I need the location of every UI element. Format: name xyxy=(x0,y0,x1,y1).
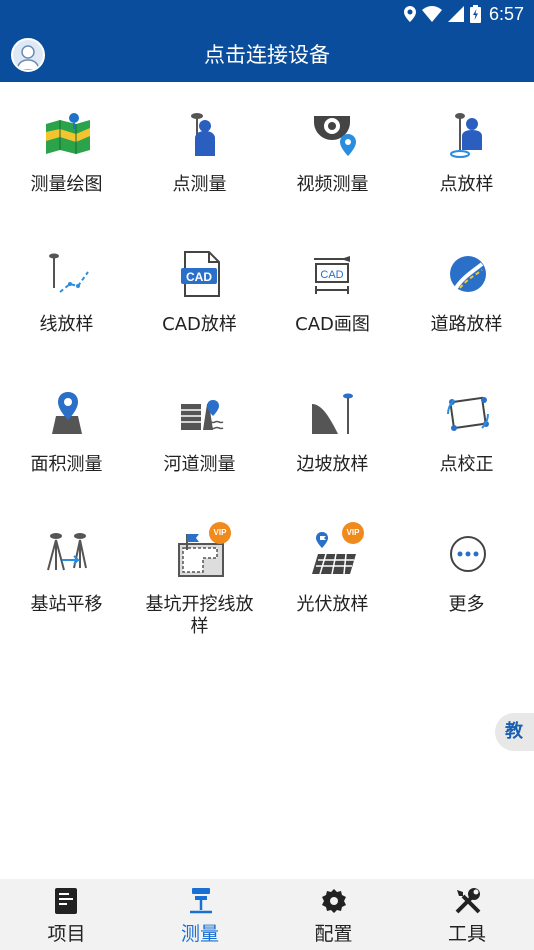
tile-label: CAD放样 xyxy=(162,314,237,335)
foundation-pit-icon: VIP xyxy=(177,522,231,578)
bottom-nav: 项目 测量 配置 工具 xyxy=(0,879,534,950)
tile-point-calibration[interactable]: 点校正 xyxy=(400,380,533,520)
tile-label: 基站平移 xyxy=(30,594,103,615)
tile-cad-drawing[interactable]: CAD CAD画图 xyxy=(266,240,399,380)
tile-foundation-pit[interactable]: VIP 基坑开挖线放样 xyxy=(133,520,266,660)
road-icon xyxy=(444,250,492,298)
settings-gear-icon xyxy=(319,886,349,916)
camera-location-icon xyxy=(310,110,358,158)
tools-icon xyxy=(453,886,483,916)
tile-label: 河道测量 xyxy=(163,454,236,475)
surveyor-point-icon xyxy=(177,110,225,158)
battery-icon xyxy=(469,5,481,23)
vip-badge: VIP xyxy=(342,522,364,544)
tile-river-survey[interactable]: 河道测量 xyxy=(133,380,266,520)
tile-area-measure[interactable]: 面积测量 xyxy=(0,380,133,520)
nav-label: 项目 xyxy=(47,923,86,945)
tile-point-stakeout[interactable]: 点放样 xyxy=(400,100,533,240)
signal-icon xyxy=(447,6,464,22)
more-icon xyxy=(444,530,492,578)
tile-label: CAD画图 xyxy=(295,314,370,335)
nav-item-config[interactable]: 配置 xyxy=(267,879,401,950)
tile-more[interactable]: 更多 xyxy=(400,520,533,660)
tile-label: 测量绘图 xyxy=(30,174,103,195)
page-title[interactable]: 点击连接设备 xyxy=(0,28,534,82)
line-stakeout-icon xyxy=(44,250,92,298)
tile-solar-stakeout[interactable]: VIP 光伏放样 xyxy=(266,520,399,660)
nav-label: 测量 xyxy=(180,923,219,945)
tile-label: 基坑开挖线放样 xyxy=(145,594,254,637)
status-bar: 6:57 xyxy=(0,0,534,28)
area-measure-icon xyxy=(44,390,92,438)
nav-item-tools[interactable]: 工具 xyxy=(401,879,534,950)
app-bar: 点击连接设备 xyxy=(0,28,534,82)
nav-label: 配置 xyxy=(314,923,353,945)
tile-video-survey[interactable]: 视频测量 xyxy=(266,100,399,240)
clock: 6:57 xyxy=(488,3,524,24)
point-stakeout-icon xyxy=(444,110,492,158)
point-calibration-icon xyxy=(444,390,492,438)
tile-survey-drawing[interactable]: 测量绘图 xyxy=(0,100,133,240)
survey-icon xyxy=(186,886,216,916)
tile-label: 面积测量 xyxy=(30,454,103,475)
user-avatar-icon xyxy=(16,45,40,70)
tile-line-stakeout[interactable]: 线放样 xyxy=(0,240,133,380)
tile-label: 视频测量 xyxy=(296,174,369,195)
wifi-icon xyxy=(421,6,442,22)
nav-label: 工具 xyxy=(447,923,486,945)
location-icon xyxy=(403,6,416,22)
tile-base-station-shift[interactable]: 基站平移 xyxy=(0,520,133,660)
avatar[interactable] xyxy=(11,38,45,72)
tile-label: 道路放样 xyxy=(430,314,503,335)
tile-label: 点校正 xyxy=(439,454,494,475)
tile-slope-stakeout[interactable]: 边坡放样 xyxy=(266,380,399,520)
base-station-shift-icon xyxy=(44,530,92,578)
tile-label: 点测量 xyxy=(172,174,227,195)
tutorial-side-tab[interactable]: 教 xyxy=(495,713,534,751)
tile-road-stakeout[interactable]: 道路放样 xyxy=(400,240,533,380)
cad-drawing-icon: CAD xyxy=(310,250,358,298)
nav-item-survey[interactable]: 测量 xyxy=(134,879,268,950)
map-survey-icon xyxy=(44,110,92,158)
svg-text:CAD: CAD xyxy=(320,269,343,281)
river-survey-icon xyxy=(177,390,225,438)
project-icon xyxy=(52,886,82,916)
nav-item-project[interactable]: 项目 xyxy=(0,879,134,950)
tile-label: 线放样 xyxy=(39,314,94,335)
slope-stakeout-icon xyxy=(310,390,358,438)
svg-text:CAD: CAD xyxy=(186,270,212,284)
tile-label: 光伏放样 xyxy=(296,594,369,615)
vip-badge: VIP xyxy=(209,522,231,544)
solar-panel-icon: VIP xyxy=(310,522,364,578)
tile-label: 点放样 xyxy=(439,174,494,195)
tile-point-survey[interactable]: 点测量 xyxy=(133,100,266,240)
tile-label: 更多 xyxy=(448,594,485,615)
cad-file-icon: CAD xyxy=(177,250,225,298)
tile-cad-stakeout[interactable]: CAD CAD放样 xyxy=(133,240,266,380)
tile-label: 边坡放样 xyxy=(296,454,369,475)
